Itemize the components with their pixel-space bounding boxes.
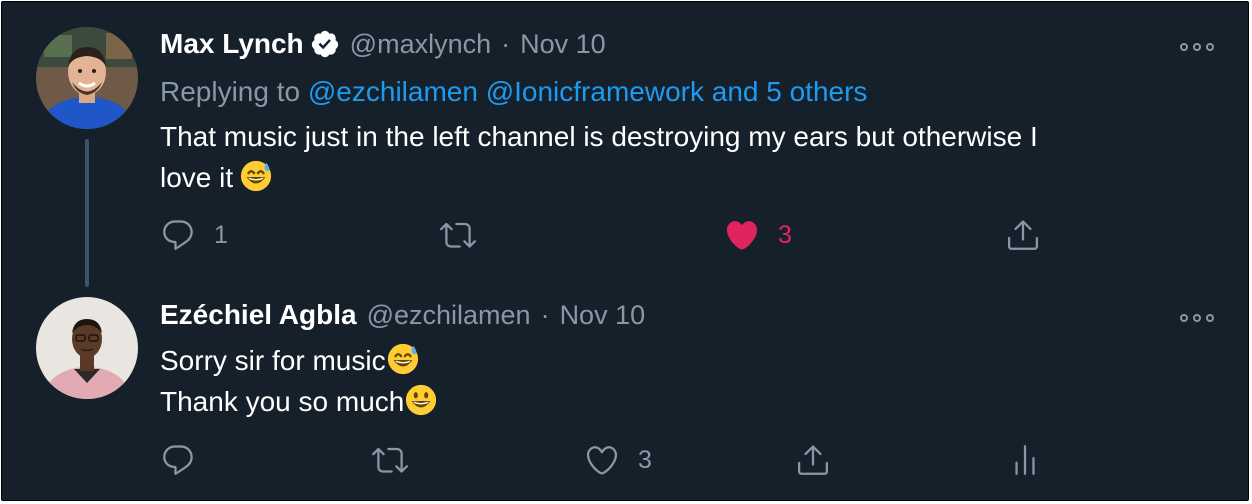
separator-dot: · <box>540 299 550 330</box>
tweet-actions: 3 <box>2 442 1248 482</box>
tweet-text-line-with-emoji: Thank you so much <box>160 381 438 422</box>
more-options-icon[interactable] <box>1180 40 1214 54</box>
smiley-emoji <box>404 383 438 417</box>
reply-icon <box>163 220 193 250</box>
share-icon <box>1008 220 1038 250</box>
tweet-text-line-with-emoji: love it <box>160 157 1038 198</box>
tweet-thread: Max Lynch @maxlynch · Nov 10 Replying to… <box>1 1 1249 501</box>
tweet-text-line: That music just in the left channel is d… <box>160 121 1038 152</box>
tweet-text-line: Sorry sir for music <box>160 345 386 376</box>
tweet-text: That music just in the left channel is d… <box>160 116 1038 198</box>
retweet-action[interactable] <box>372 442 408 478</box>
like-action[interactable]: 3 <box>724 217 792 253</box>
retweet-action[interactable] <box>440 217 476 253</box>
avatar-max-lynch[interactable] <box>36 27 138 129</box>
grinning-sweat-emoji <box>239 159 273 193</box>
author-handle[interactable]: @ezchilamen <box>367 300 531 331</box>
heart-outline-icon <box>586 446 618 475</box>
share-action[interactable] <box>795 442 831 478</box>
tweet-text-line-with-emoji: Sorry sir for music <box>160 340 438 381</box>
reply-action[interactable] <box>160 442 196 478</box>
tweet-header: Ezéchiel Agbla @ezchilamen · Nov 10 <box>160 299 645 331</box>
more-options-icon[interactable] <box>1180 311 1214 325</box>
share-action[interactable] <box>1005 217 1041 253</box>
tweet-text-line: love it <box>160 162 234 193</box>
like-count: 3 <box>778 220 792 249</box>
tweet-header: Max Lynch @maxlynch · Nov 10 <box>160 28 606 60</box>
analytics-action[interactable] <box>1007 442 1043 478</box>
tweet-date[interactable]: Nov 10 <box>520 29 606 60</box>
reply-action[interactable]: 1 <box>160 217 228 253</box>
tweet-actions: 1 3 <box>2 217 1248 257</box>
reply-count: 1 <box>214 220 228 249</box>
reply-icon <box>163 445 193 475</box>
tweet-date[interactable]: Nov 10 <box>560 300 646 331</box>
avatar-ezechiel-agbla[interactable] <box>36 297 138 399</box>
author-name[interactable]: Max Lynch <box>160 28 304 60</box>
grinning-sweat-emoji <box>386 342 420 376</box>
tweet-max-lynch[interactable]: Max Lynch @maxlynch · Nov 10 Replying to… <box>2 2 1248 287</box>
tweet-ezechiel-agbla[interactable]: Ezéchiel Agbla @ezchilamen · Nov 10 Sorr… <box>2 287 1248 500</box>
verified-badge-icon <box>310 29 340 59</box>
replying-to: Replying to @ezchilamen @Ionicframework … <box>160 76 867 108</box>
tweet-text: Sorry sir for music Thank you so much <box>160 340 438 422</box>
retweet-icon <box>440 222 476 248</box>
like-count: 3 <box>638 445 652 474</box>
share-icon <box>798 445 828 475</box>
tweet-text-line: Thank you so much <box>160 386 405 417</box>
replying-others-link[interactable]: and 5 others <box>712 76 868 107</box>
replying-prefix: Replying to <box>160 76 301 107</box>
separator-dot: · <box>501 28 511 59</box>
heart-filled-icon <box>726 221 758 250</box>
thread-connector-line <box>85 139 89 287</box>
analytics-icon <box>1015 445 1035 475</box>
replying-mentions[interactable]: @ezchilamen @Ionicframework <box>308 76 704 107</box>
author-handle[interactable]: @maxlynch <box>350 29 491 60</box>
like-action[interactable]: 3 <box>584 442 652 478</box>
author-name[interactable]: Ezéchiel Agbla <box>160 299 357 331</box>
retweet-icon <box>372 447 408 473</box>
